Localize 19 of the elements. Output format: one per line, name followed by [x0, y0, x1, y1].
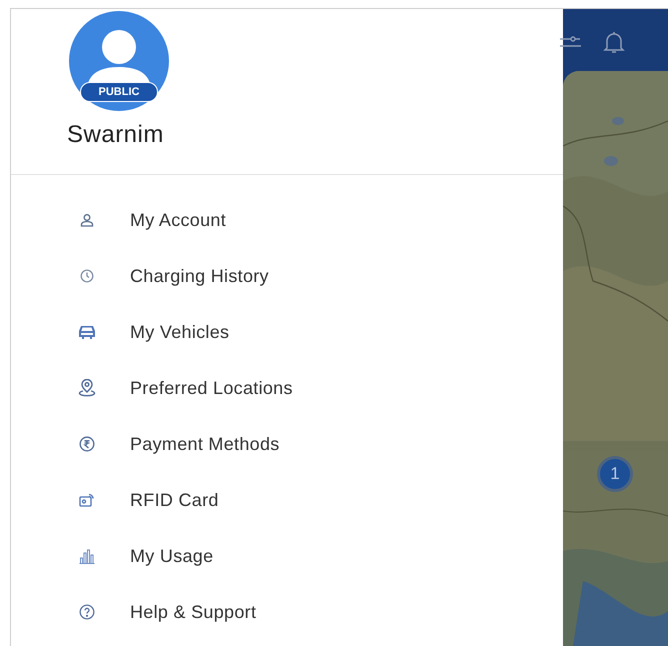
menu-item[interactable]: RFID Card — [11, 472, 563, 528]
clock-icon — [80, 269, 94, 283]
menu-item[interactable]: My Account — [11, 192, 563, 248]
menu-item[interactable]: Charging History — [11, 248, 563, 304]
menu-item[interactable]: Payment Methods — [11, 416, 563, 472]
bell-icon[interactable] — [603, 30, 625, 54]
location-pin-icon — [78, 379, 96, 397]
menu-item[interactable]: Help & Support — [11, 584, 563, 640]
person-icon — [80, 213, 94, 227]
bar-chart-icon — [79, 548, 95, 564]
menu-item[interactable]: My Vehicles — [11, 304, 563, 360]
menu-item[interactable]: My Usage — [11, 528, 563, 584]
user-name: Swarnim — [67, 121, 165, 149]
menu-item[interactable]: Preferred Locations — [11, 360, 563, 416]
help-icon — [79, 604, 95, 620]
rupee-icon — [79, 436, 95, 452]
card-icon — [79, 493, 95, 507]
car-icon — [77, 324, 97, 340]
role-badge: PUBLIC — [80, 82, 158, 102]
